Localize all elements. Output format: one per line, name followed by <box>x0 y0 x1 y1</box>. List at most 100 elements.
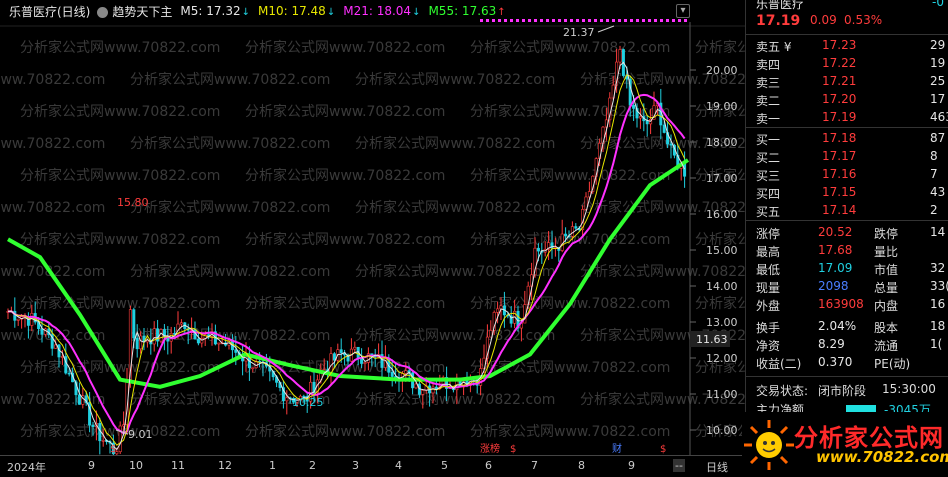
quote-row: 买一 17.18 87 <box>746 130 948 148</box>
stat-value: 163908 <box>818 297 864 311</box>
buy-price: 17.15 <box>822 185 857 199</box>
sell-price: 17.22 <box>822 56 857 70</box>
stat-label: 量比 <box>874 245 899 259</box>
quote-panel: 乐普医疗 -0 17.19 0.09 0.53% 卖五 ¥ 17.23 29 卖四 17… <box>745 0 948 477</box>
candle-body <box>132 309 136 339</box>
price-tick: 10.00 <box>706 424 738 437</box>
signal-dot <box>480 19 483 22</box>
site-logo: 分析家公式网 www.70822.com <box>742 412 948 477</box>
low2-annotation: 10.25 <box>292 396 324 409</box>
signal-dot <box>660 19 663 22</box>
stat-value: 14 <box>930 225 946 239</box>
candle-body <box>16 318 20 321</box>
stat-label: 净资 <box>756 339 781 353</box>
stat-label: 外盘 <box>756 299 781 313</box>
panel-head: 乐普医疗 <box>756 0 805 11</box>
signal-dot <box>612 19 615 22</box>
watermark-text: 分析家公式网www.70822.com <box>20 295 220 312</box>
sell-volume: 19 <box>930 56 946 70</box>
buy-level-label: 买一 <box>756 133 781 147</box>
watermark-text: 分析家公式网www.70822.com <box>20 231 220 248</box>
quote-row: 卖一 17.19 463 <box>746 109 948 127</box>
watermark-text: 分析家公式网www.70822.com <box>580 263 745 280</box>
signal-dot <box>486 19 489 22</box>
candle-body <box>60 356 64 358</box>
signal-dot <box>576 19 579 22</box>
price-tick: 15.00 <box>706 244 738 257</box>
quote-row: 换手 2.04% 股本 18 <box>746 318 948 336</box>
quote-row: 买二 17.17 8 <box>746 148 948 166</box>
candle-body <box>421 389 425 395</box>
signal-dot <box>504 19 507 22</box>
signal-dot <box>594 19 597 22</box>
watermark-text: 分析家公式网www.70822.com <box>245 103 445 120</box>
candle-body <box>329 353 333 374</box>
candle-body <box>159 329 163 342</box>
stat-value: 1( <box>930 337 943 351</box>
last-price-label: 11.63 <box>696 333 728 346</box>
watermark-text: 分析家公式网www.70822.com <box>20 167 220 184</box>
quote-row: 最高 17.68 量比 <box>746 242 948 260</box>
stat-value: 32 <box>930 261 946 275</box>
watermark-text: 分析家公式网www.70822.com <box>355 199 555 216</box>
buy-price: 17.18 <box>822 131 857 145</box>
candle-body <box>431 386 435 394</box>
quote-row: 卖四 17.22 19 <box>746 55 948 73</box>
stat-label: 股本 <box>874 321 899 335</box>
sell-volume: 25 <box>930 74 946 88</box>
candle-body <box>662 124 666 133</box>
time-tick: 8 <box>578 459 585 472</box>
time-axis: 2024年 9 10 11 12 1 2 3 4 5 6 7 8 9 -- 日线 <box>0 455 745 477</box>
sell-level-label: 卖三 <box>756 76 781 90</box>
candlestick-chart[interactable]: 分析家公式网www.70822.com 分析家公式网www.70822.com 分析… <box>0 0 745 455</box>
stat-value: 33( <box>930 279 948 293</box>
candle-body <box>564 233 568 237</box>
watermark-text: 分析家公式网www.70822.com <box>355 391 555 408</box>
watermark-text: 分析家公式网www.70822.com <box>470 359 670 376</box>
candle-body <box>574 226 578 229</box>
stat-label: 涨停 <box>756 227 781 241</box>
watermark-text: 分析家公式网www.70822.com <box>130 263 330 280</box>
quote-row: 买五 17.14 2 <box>746 202 948 220</box>
watermark-text: 分析家公式网www.70822.com <box>245 295 445 312</box>
candle-body <box>434 386 438 390</box>
event-marker-s: $ <box>510 444 516 455</box>
buy-level-label: 买五 <box>756 205 781 219</box>
candle-body <box>179 322 183 325</box>
sell-volume: 29 <box>930 38 946 52</box>
peak-annotation: 15.80 <box>117 196 149 209</box>
sell-level-label: 卖二 <box>756 94 781 108</box>
stat-label: 最低 <box>756 263 781 277</box>
sell-level-label: 卖五 ¥ <box>756 40 792 54</box>
buy-volume: 2 <box>930 203 938 217</box>
quote-row: 现量 2098 总量 33( <box>746 278 948 296</box>
period-selector[interactable]: 日线 <box>706 459 728 475</box>
quote-row: 买三 17.16 7 <box>746 166 948 184</box>
candle-body <box>363 362 367 364</box>
sell-volume: 17 <box>930 92 946 106</box>
candle-body <box>560 233 564 251</box>
scroll-button[interactable]: -- <box>673 459 685 472</box>
watermark-text: 分析家公式网www.70822.com <box>20 359 220 376</box>
candle-body <box>353 346 357 350</box>
candle-body <box>77 394 81 405</box>
stat-value: 2.04% <box>818 319 857 333</box>
sell-price: 17.21 <box>822 74 857 88</box>
signal-dot <box>582 19 585 22</box>
candle-body <box>339 349 343 354</box>
signal-dot <box>546 19 549 22</box>
low1-annotation: 9.01 <box>128 428 153 441</box>
watermark-text: 分析家公式网www.70822.com <box>130 199 330 216</box>
time-tick: 6 <box>485 459 492 472</box>
price-tick: 12.00 <box>706 352 738 365</box>
candle-body <box>251 367 255 370</box>
candle-body <box>404 370 408 374</box>
time-tick: 9 <box>88 459 95 472</box>
chart-window: 乐普医疗(日线) 趋势天下主 M5: 17.32↓ M10: 17.48↓ M2… <box>0 0 948 477</box>
watermark-text: 分析家公式网www.70822.com <box>355 263 555 280</box>
watermark-text: 分析家公式网www.70822.com <box>470 167 670 184</box>
candle-body <box>645 120 649 125</box>
price-tick: 17.00 <box>706 172 738 185</box>
candle-body <box>360 358 364 364</box>
watermark-text: 分析家公式网www.70822.com <box>20 39 220 56</box>
